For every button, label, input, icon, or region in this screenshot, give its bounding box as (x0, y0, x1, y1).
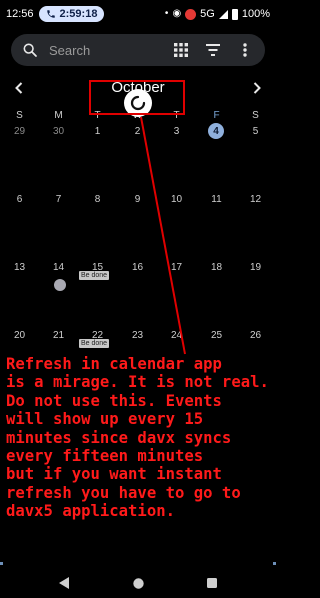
left-edge-marker (0, 562, 3, 565)
search-bar[interactable]: Search (11, 34, 265, 66)
calendar-day[interactable]: 9 (118, 194, 157, 205)
calendar-day[interactable]: 8 (78, 194, 117, 205)
search-icon[interactable] (21, 41, 39, 59)
calendar-day[interactable]: 17 (157, 262, 196, 273)
event-chip[interactable]: Be done (79, 271, 110, 280)
calendar-day[interactable]: 25 (197, 330, 236, 341)
calendar-day[interactable]: 13 (0, 262, 39, 273)
back-icon (58, 577, 69, 589)
calendar-day[interactable]: 1 (78, 126, 117, 137)
chevron-right-icon (253, 82, 261, 94)
system-navigation-bar (0, 568, 276, 598)
calendar-day[interactable]: 3 (157, 126, 196, 137)
weekday-label: S (252, 110, 259, 121)
more-options-button[interactable] (235, 40, 255, 60)
clock: 12:56 (6, 8, 34, 20)
calendar-day[interactable]: 24 (157, 330, 196, 341)
dot-icon: • (164, 8, 169, 19)
signal-icon (218, 9, 228, 19)
calendar-day[interactable]: 18 (197, 262, 236, 273)
grid-icon (174, 43, 188, 57)
annotation-text: Refresh in calendar app is a mirage. It … (6, 355, 269, 521)
filter-button[interactable] (203, 40, 223, 60)
calendar-day[interactable]: 30 (39, 126, 78, 137)
calendar-day[interactable]: 23 (118, 330, 157, 341)
calendar-day[interactable]: 14 (39, 262, 78, 273)
eye-icon: ◉ (172, 8, 182, 19)
phone-icon (46, 10, 55, 18)
calendar-day[interactable]: 20 (0, 330, 39, 341)
calendar-day[interactable]: 11 (197, 194, 236, 205)
battery-level: 100% (241, 8, 270, 20)
network-type: 5G (200, 8, 215, 20)
calendar-day[interactable]: 29 (0, 126, 39, 137)
calendar-day[interactable]: 2 (118, 126, 157, 137)
calendar-day[interactable]: 10 (157, 194, 196, 205)
weekday-label: M (54, 110, 63, 121)
battery-icon (231, 8, 238, 20)
calendar-day[interactable]: 26 (236, 330, 275, 341)
calendar-day[interactable]: 19 (236, 262, 275, 273)
calendar-day[interactable]: 21 (39, 330, 78, 341)
grid-view-button[interactable] (171, 40, 191, 60)
calendar-day[interactable]: 5 (236, 126, 275, 137)
calendar-day-today[interactable]: 4 (208, 123, 224, 139)
search-input[interactable]: Search (49, 43, 159, 58)
next-month-button[interactable] (249, 80, 265, 96)
ongoing-call-chip[interactable]: 2:59:18 (38, 6, 105, 22)
status-bar: 12:56 2:59:18 • ◉ 5G 100% (0, 0, 276, 28)
weekday-label: F (213, 110, 220, 121)
calendar-day[interactable]: 7 (39, 194, 78, 205)
back-button[interactable] (55, 574, 73, 592)
recents-button[interactable] (203, 574, 221, 592)
recording-icon (185, 8, 197, 20)
home-icon (132, 577, 144, 589)
recents-icon (207, 578, 217, 588)
call-timer: 2:59:18 (59, 8, 98, 20)
calendar-day[interactable]: 6 (0, 194, 39, 205)
right-edge-marker (273, 562, 276, 565)
home-button[interactable] (129, 574, 147, 592)
calendar-day[interactable]: 12 (236, 194, 275, 205)
event-chip[interactable]: Be done (79, 339, 110, 348)
day-indicator-dot (54, 279, 66, 291)
filter-icon (206, 44, 220, 56)
weekday-label: S (16, 110, 23, 121)
more-vert-icon (243, 43, 247, 57)
calendar-day[interactable]: 16 (118, 262, 157, 273)
annotation-highlight-box (89, 80, 185, 115)
